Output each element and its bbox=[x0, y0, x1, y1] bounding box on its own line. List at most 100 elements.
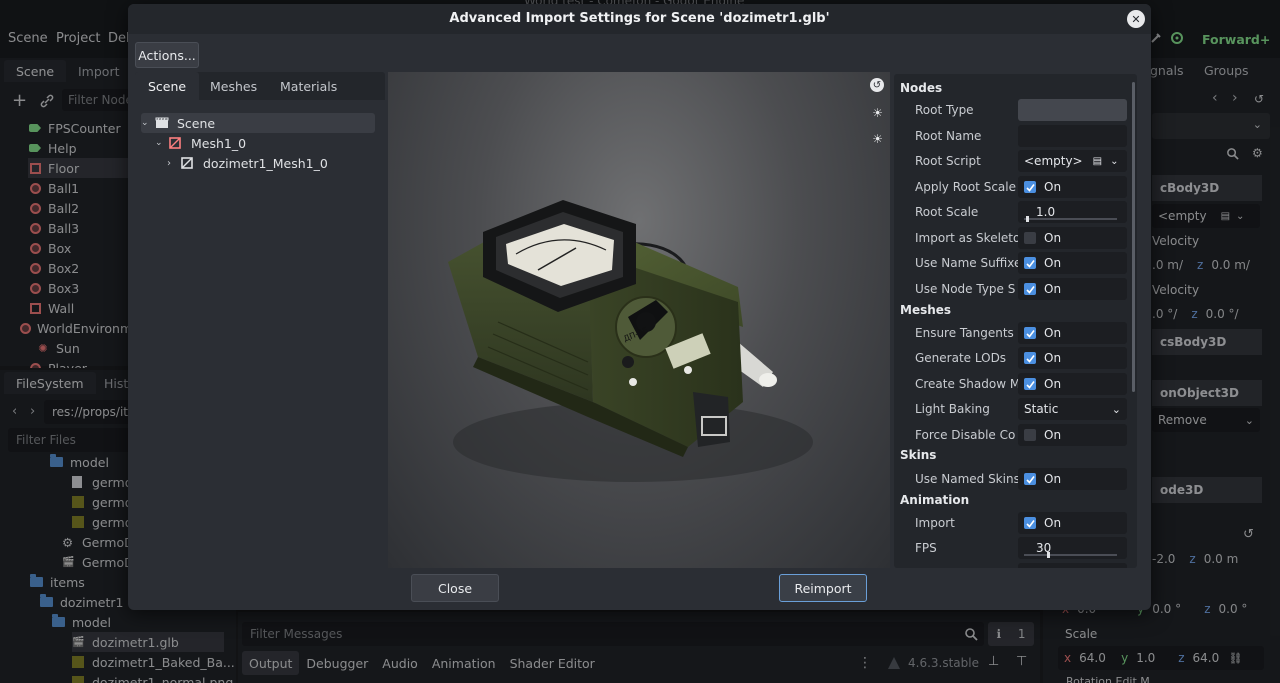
slider-track bbox=[1024, 218, 1117, 220]
fs-tree-item[interactable]: 🎬 dozimetr1.glb bbox=[72, 632, 224, 652]
prop-root-name: Root Name bbox=[894, 124, 1130, 148]
checkbox-label: On bbox=[1044, 256, 1062, 270]
tab-scene-dock[interactable]: Scene bbox=[4, 60, 67, 82]
bottom-tab[interactable]: Shader Editor bbox=[503, 651, 602, 675]
tab-scene[interactable]: Scene bbox=[135, 72, 200, 100]
close-icon[interactable]: ✕ bbox=[1127, 10, 1145, 28]
fps-slider[interactable]: 30 bbox=[1018, 537, 1127, 559]
tree-item-scene[interactable]: ⌄ Scene bbox=[141, 113, 375, 133]
root-type-field[interactable] bbox=[1018, 99, 1127, 121]
scene-tree-item[interactable]: WorldEnvironm bbox=[20, 318, 130, 338]
forward-arrow-icon[interactable]: › bbox=[30, 404, 35, 419]
angular-velocity-row[interactable]: .0 °/ z 0.0 °/ bbox=[1152, 303, 1260, 325]
apply-root-scale-checkbox[interactable]: On bbox=[1018, 176, 1127, 198]
script-field[interactable]: <empty ▤ ⌄ bbox=[1152, 204, 1260, 228]
history-forward-icon[interactable]: › bbox=[1232, 90, 1238, 106]
expand-panel-icon[interactable]: ⊤ bbox=[1016, 654, 1027, 669]
use-name-suffixes-checkbox[interactable]: On bbox=[1018, 252, 1127, 274]
tab-filesystem[interactable]: FileSystem bbox=[4, 372, 96, 394]
bottom-tab[interactable]: Audio bbox=[375, 651, 425, 675]
trimming-checkbox[interactable] bbox=[1018, 563, 1127, 568]
bottom-tab[interactable]: Output bbox=[242, 651, 300, 675]
scene-tree-item[interactable]: Help bbox=[28, 138, 130, 158]
position-row[interactable]: -2.0 z 0.0 m bbox=[1152, 548, 1260, 570]
menu-scene[interactable]: Scene bbox=[8, 31, 48, 46]
light-baking-select[interactable]: Static ⌄ bbox=[1018, 398, 1127, 420]
more-options-icon[interactable]: ⋮ bbox=[858, 655, 872, 671]
fs-tree-item[interactable]: dozimetr1_Baked_Ba... bbox=[72, 652, 236, 672]
linear-velocity-row[interactable]: .0 m/ z 0.0 m/ bbox=[1152, 254, 1260, 276]
inspector-section-collision[interactable]: csBody3D bbox=[1152, 329, 1262, 355]
root-script-field[interactable]: <empty> ▤ ⌄ bbox=[1018, 150, 1127, 172]
history-icon[interactable]: ↺ bbox=[1254, 92, 1264, 106]
scene-tree-item[interactable]: Wall bbox=[28, 298, 130, 318]
history-back-icon[interactable]: ‹ bbox=[1212, 90, 1218, 106]
scene-filter-input[interactable]: Filter Node bbox=[62, 89, 132, 111]
scene-tree-item[interactable]: Floor bbox=[28, 158, 130, 178]
checkbox-label: On bbox=[1044, 326, 1062, 340]
scene-tree-item[interactable]: Box2 bbox=[28, 258, 130, 278]
scene-tree-item[interactable]: Box3 bbox=[28, 278, 130, 298]
bottom-tab[interactable]: Animation bbox=[425, 651, 503, 675]
add-node-icon[interactable]: + bbox=[12, 92, 27, 110]
light-1-icon[interactable]: ☀ bbox=[872, 106, 883, 120]
use-named-skins-checkbox[interactable]: On bbox=[1018, 468, 1127, 490]
root-name-field[interactable] bbox=[1018, 125, 1127, 147]
tree-item-mesh1[interactable]: ⌄ Mesh1_0 bbox=[155, 133, 246, 153]
tab-meshes[interactable]: Meshes bbox=[197, 72, 270, 100]
fs-filter-input[interactable]: Filter Files bbox=[8, 428, 132, 452]
link-icon[interactable] bbox=[40, 94, 54, 108]
inspector-section-object[interactable]: onObject3D bbox=[1152, 380, 1262, 406]
message-count-badge[interactable]: ℹ 1 bbox=[988, 622, 1034, 646]
tab-import-dock[interactable]: Import bbox=[66, 60, 132, 82]
scene-tree-item[interactable]: Ball1 bbox=[28, 178, 130, 198]
object-selector[interactable]: ⌄ bbox=[1152, 113, 1270, 139]
scale-fields[interactable]: x 64.0 y 1.0 z 64.0 ⛓ bbox=[1058, 646, 1264, 670]
fs-path-field[interactable]: res://props/ite bbox=[44, 400, 132, 424]
tab-signals[interactable]: gnals bbox=[1150, 63, 1184, 78]
close-button[interactable]: Close bbox=[411, 574, 499, 602]
preview-viewport[interactable]: ДП-5Б ↺ ☀ ☀ bbox=[388, 72, 890, 568]
renderer-select[interactable]: Forward+ bbox=[1202, 32, 1270, 47]
light-2-icon[interactable]: ☀ bbox=[872, 132, 883, 146]
root-scale-slider[interactable]: 1.0 bbox=[1018, 201, 1127, 223]
scene-tree-item[interactable]: Player bbox=[28, 358, 130, 368]
generate-lods-checkbox[interactable]: On bbox=[1018, 347, 1127, 369]
inspector-section-body[interactable]: cBody3D bbox=[1152, 175, 1262, 201]
scene-tree-item[interactable]: Ball2 bbox=[28, 198, 130, 218]
tree-item-mesh-instance[interactable]: › dozimetr1_Mesh1_0 bbox=[167, 153, 328, 173]
force-disable-checkbox[interactable]: On bbox=[1018, 424, 1127, 446]
chevron-down-icon: ⌄ bbox=[155, 138, 163, 148]
menu-project[interactable]: Project bbox=[56, 31, 100, 46]
inspector-search-icon[interactable] bbox=[1226, 147, 1239, 160]
filter-messages-input[interactable]: Filter Messages bbox=[242, 622, 984, 646]
checkbox-unchecked-icon bbox=[1024, 429, 1036, 441]
back-arrow-icon[interactable]: ‹ bbox=[12, 404, 17, 419]
rotate-view-icon[interactable]: ↺ bbox=[870, 78, 884, 92]
actions-button[interactable]: Actions... bbox=[135, 42, 199, 68]
movie-maker-icon[interactable] bbox=[1170, 31, 1184, 45]
reset-icon[interactable]: ↺ bbox=[1243, 527, 1254, 542]
inspector-section-node3d[interactable]: ode3D bbox=[1152, 477, 1262, 503]
reimport-button[interactable]: Reimport bbox=[779, 574, 867, 602]
create-shadow-checkbox[interactable]: On bbox=[1018, 373, 1127, 395]
fs-tree-item[interactable]: model bbox=[52, 612, 236, 632]
scene-tree-item[interactable]: ✺ Sun bbox=[36, 338, 130, 358]
link-scale-icon[interactable]: ⛓ bbox=[1229, 652, 1243, 665]
scene-tree-item[interactable]: Box bbox=[28, 238, 130, 258]
inspector-settings-icon[interactable]: ⚙ bbox=[1252, 146, 1263, 160]
scene-tree-item[interactable]: FPSCounter bbox=[28, 118, 130, 138]
editor-tool-icon[interactable] bbox=[1150, 32, 1162, 44]
properties-scrollbar[interactable] bbox=[1132, 82, 1135, 392]
use-node-type-checkbox[interactable]: On bbox=[1018, 278, 1127, 300]
animation-import-checkbox[interactable]: On bbox=[1018, 512, 1127, 534]
bottom-tab[interactable]: Debugger bbox=[299, 651, 375, 675]
disable-mode-select[interactable]: Remove ⌄ bbox=[1152, 408, 1260, 432]
ensure-tangents-checkbox[interactable]: On bbox=[1018, 322, 1127, 344]
pin-icon[interactable]: ⊥ bbox=[988, 654, 999, 669]
fs-tree-item[interactable]: dozimetr1_normal.png bbox=[72, 672, 236, 683]
tab-groups[interactable]: Groups bbox=[1204, 63, 1249, 78]
scene-tree-item[interactable]: Ball3 bbox=[28, 218, 130, 238]
import-as-skeleton-checkbox[interactable]: On bbox=[1018, 227, 1127, 249]
tab-materials[interactable]: Materials bbox=[267, 72, 350, 100]
